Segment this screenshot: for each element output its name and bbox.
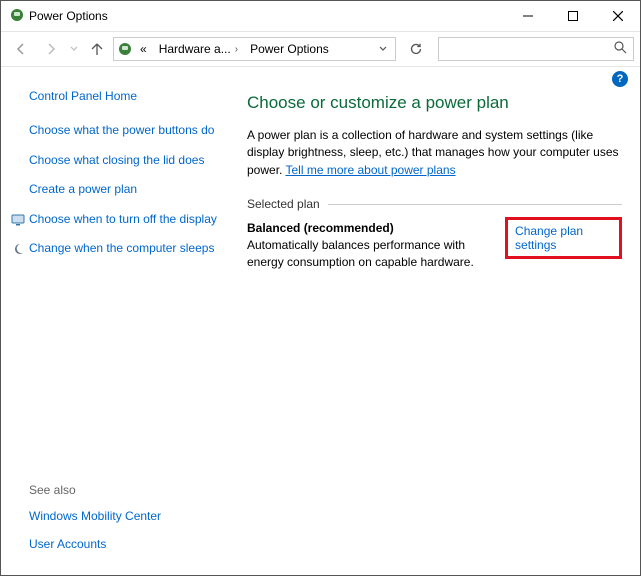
back-button[interactable] — [7, 35, 35, 63]
forward-button[interactable] — [37, 35, 65, 63]
recent-dropdown[interactable] — [67, 35, 81, 63]
sidebar-link-closing-lid[interactable]: Choose what closing the lid does — [29, 153, 217, 169]
sidebar: Control Panel Home Choose what the power… — [1, 69, 231, 575]
sidebar-link-mobility-center[interactable]: Windows Mobility Center — [29, 509, 217, 523]
breadcrumb-seg-power-options-label: Power Options — [250, 42, 329, 56]
power-options-icon — [116, 40, 134, 58]
page-description: A power plan is a collection of hardware… — [247, 127, 622, 179]
see-also-label: See also — [29, 483, 217, 497]
breadcrumb-dropdown[interactable] — [373, 42, 393, 56]
sidebar-link-user-accounts[interactable]: User Accounts — [29, 537, 217, 551]
content-area: Control Panel Home Choose what the power… — [1, 69, 640, 575]
sidebar-link-computer-sleeps[interactable]: Change when the computer sleeps — [29, 241, 217, 257]
titlebar: Power Options — [1, 1, 640, 31]
window-title: Power Options — [25, 9, 505, 23]
search-input[interactable] — [438, 37, 634, 61]
tell-me-more-link[interactable]: Tell me more about power plans — [285, 163, 455, 177]
search-icon — [614, 41, 627, 57]
page-title: Choose or customize a power plan — [247, 93, 622, 113]
breadcrumb-seg-power-options[interactable]: Power Options — [244, 42, 335, 56]
selected-plan-section: Selected plan — [247, 197, 622, 211]
plan-name: Balanced (recommended) — [247, 221, 505, 235]
sidebar-link-computer-sleeps-label: Change when the computer sleeps — [29, 241, 214, 255]
plan-row: Balanced (recommended) Automatically bal… — [247, 221, 622, 271]
chevron-right-icon: › — [235, 44, 238, 55]
sidebar-link-turn-off-display[interactable]: Choose when to turn off the display — [29, 212, 217, 228]
app-icon — [9, 7, 25, 26]
refresh-button[interactable] — [402, 37, 430, 61]
sidebar-link-power-buttons[interactable]: Choose what the power buttons do — [29, 123, 217, 139]
minimize-button[interactable] — [505, 1, 550, 31]
plan-description: Automatically balances performance with … — [247, 237, 505, 271]
selected-plan-label: Selected plan — [247, 197, 320, 211]
up-button[interactable] — [83, 35, 111, 63]
sidebar-link-create-plan[interactable]: Create a power plan — [29, 182, 217, 198]
sidebar-link-turn-off-display-label: Choose when to turn off the display — [29, 212, 217, 226]
breadcrumb-seg-hardware-label: Hardware a... — [159, 42, 231, 56]
control-panel-home-link[interactable]: Control Panel Home — [29, 89, 217, 103]
main-panel: Choose or customize a power plan A power… — [231, 69, 640, 575]
breadcrumb[interactable]: « Hardware a... › Power Options — [113, 37, 396, 61]
close-button[interactable] — [595, 1, 640, 31]
display-icon — [11, 213, 25, 227]
breadcrumb-prefix[interactable]: « — [134, 42, 153, 56]
plan-info: Balanced (recommended) Automatically bal… — [247, 221, 505, 271]
divider — [328, 204, 622, 205]
navbar: « Hardware a... › Power Options — [1, 31, 640, 67]
maximize-button[interactable] — [550, 1, 595, 31]
change-plan-settings-link[interactable]: Change plan settings — [505, 217, 622, 259]
breadcrumb-seg-hardware[interactable]: Hardware a... › — [153, 42, 244, 56]
moon-icon — [11, 242, 25, 256]
